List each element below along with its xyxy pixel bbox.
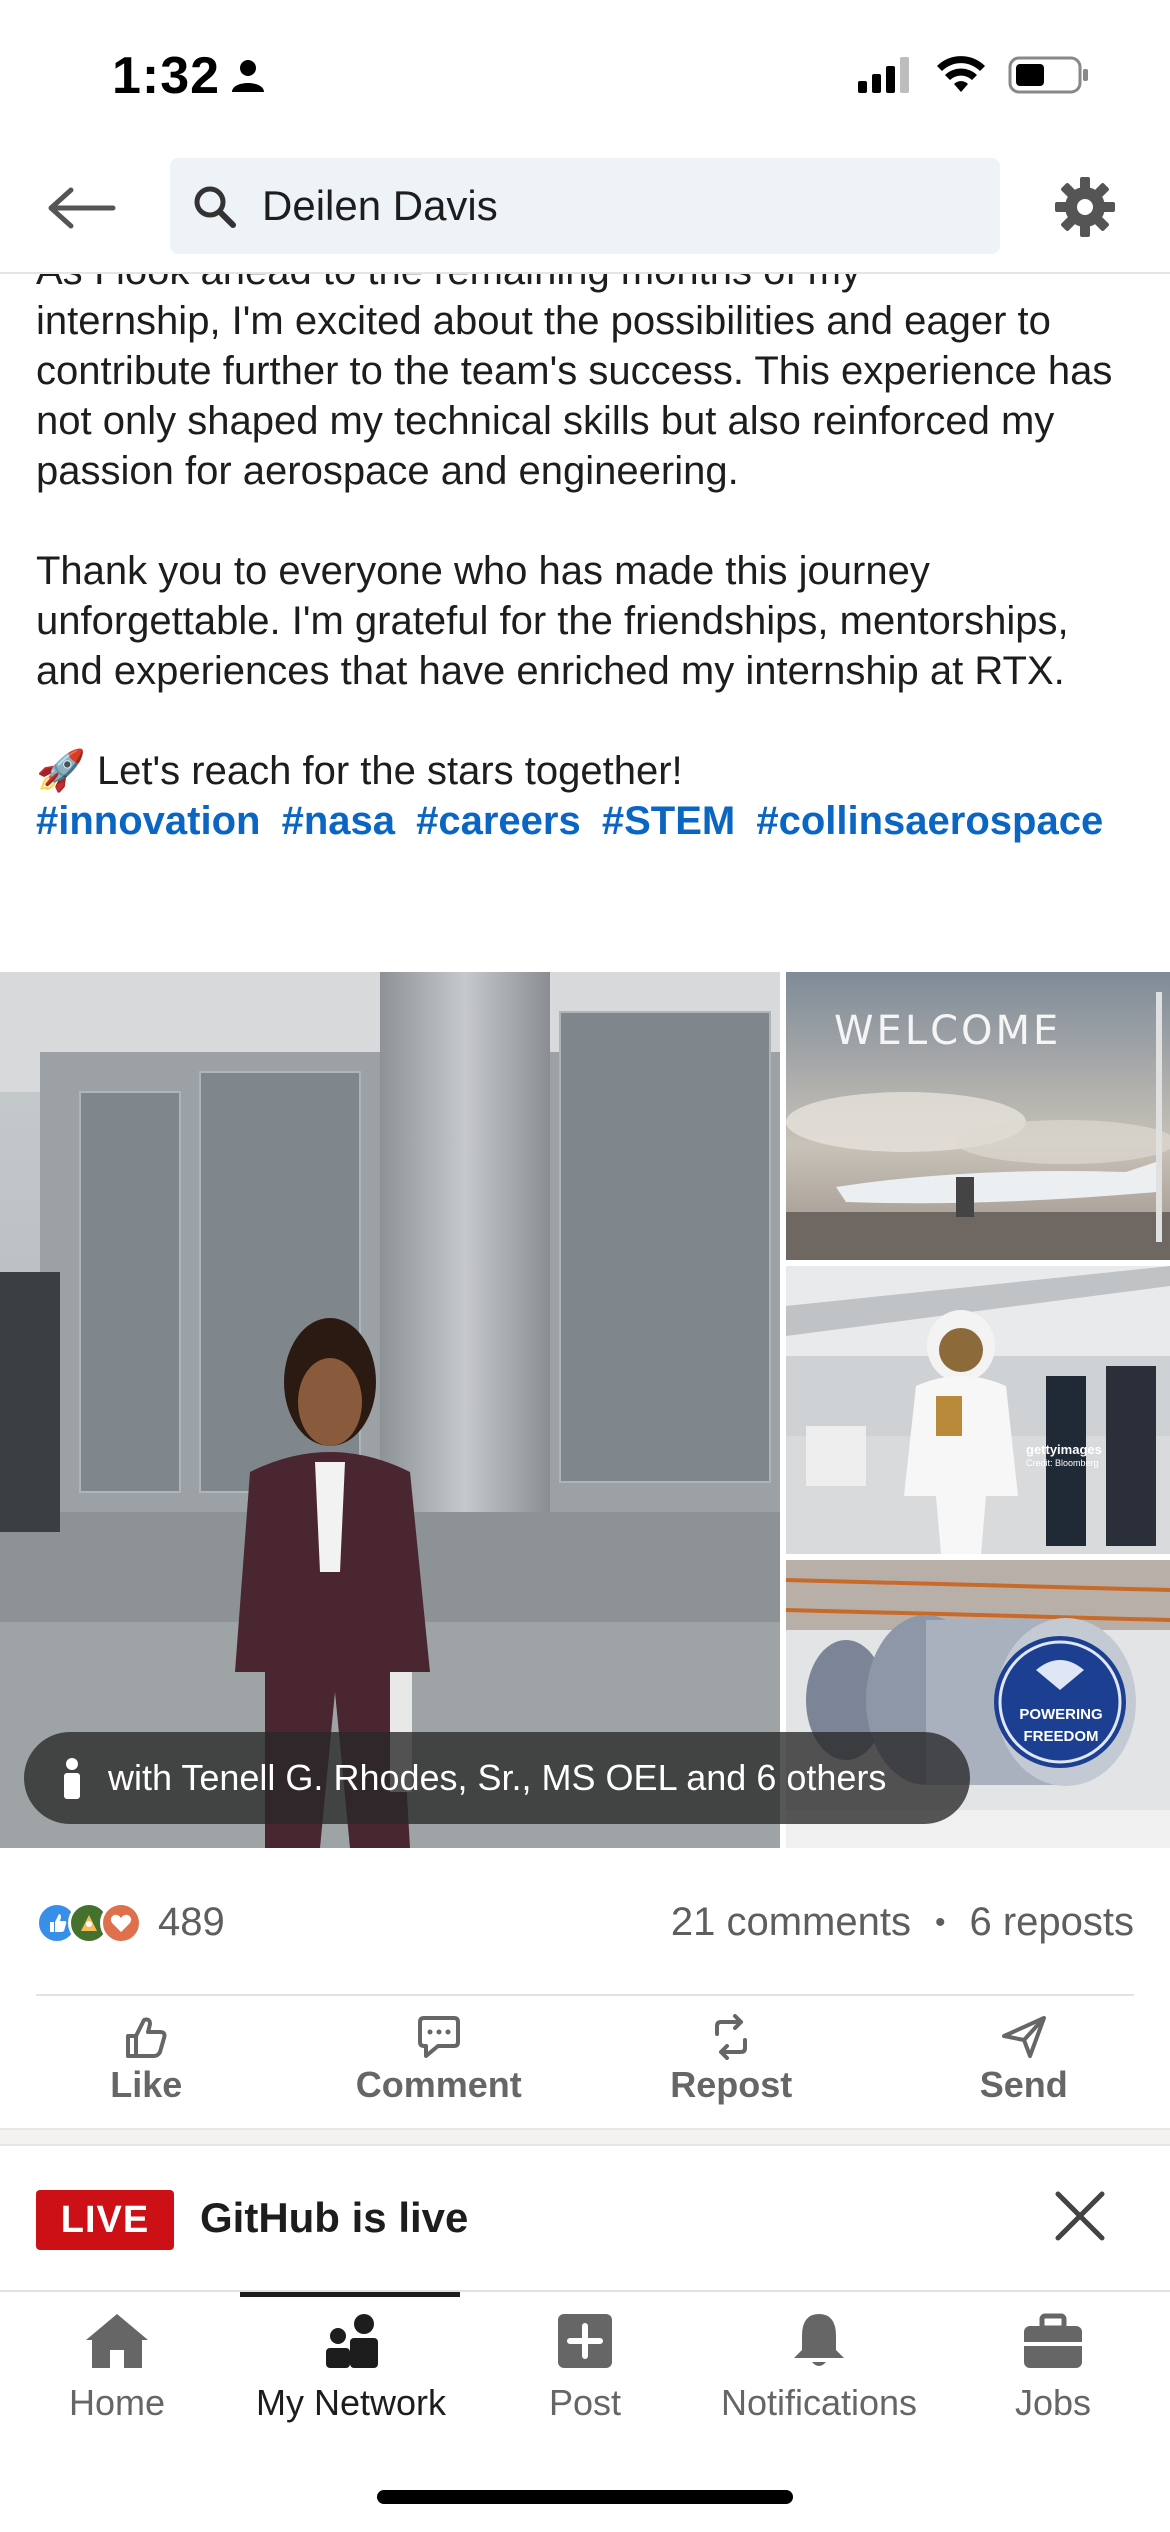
nav-home-label: Home [68, 2382, 166, 2423]
gear-icon [1055, 177, 1115, 237]
nav-home[interactable]: Home [0, 2310, 234, 2424]
reactions-summary[interactable]: 489 [36, 1900, 225, 1945]
close-button[interactable] [1050, 2186, 1110, 2246]
send-button[interactable]: Send [878, 1996, 1170, 2124]
man-in-suit-photo [0, 972, 780, 1848]
social-counts: 489 21 comments • 6 reposts [0, 1848, 1170, 1994]
like-button[interactable]: Like [0, 1996, 293, 2124]
settings-button[interactable] [1050, 172, 1120, 242]
engine-badge-line2: FREEDOM [1023, 1728, 1099, 1745]
comment-label: Comment [355, 2064, 522, 2105]
post-body: As I look ahead to the remaining months … [0, 274, 1170, 968]
nav-notifications-label: Notifications [720, 2382, 918, 2423]
cellular-signal-icon [858, 57, 914, 98]
thumbs-up-icon [126, 2017, 167, 2058]
search-input[interactable]: Deilen Davis [170, 158, 1000, 254]
separator-dot: • [934, 1905, 946, 1939]
comment-button[interactable]: Comment [293, 1996, 586, 2124]
like-label: Like [110, 2064, 183, 2105]
close-icon [1055, 2191, 1105, 2241]
nav-my-network-label: My Network [255, 2382, 447, 2423]
post-paragraph-2: Thank you to everyone who has made this … [36, 549, 1069, 693]
reposts-count[interactable]: 6 reposts [969, 1900, 1134, 1945]
plus-square-icon [558, 2314, 612, 2368]
photo-astronaut[interactable]: gettyimages Credit: Bloomberg [786, 1266, 1170, 1554]
briefcase-icon [1024, 2313, 1082, 2368]
battery-icon [1008, 56, 1090, 99]
live-banner[interactable]: LIVE GitHub is live [0, 2146, 1170, 2290]
nav-post-label: Post [548, 2382, 622, 2423]
hashtag-list: #innovation #nasa #careers #STEM #collin… [36, 796, 1146, 846]
photo-welcome-jet[interactable]: WELCOME [786, 972, 1170, 1260]
section-separator [0, 2128, 1170, 2146]
status-indicators [858, 56, 1090, 99]
live-badge: LIVE [36, 2190, 174, 2250]
post-photo-grid: WELCOME gettyimages Credit: Bloomberg PO… [0, 972, 1170, 1848]
rocket-icon: 🚀 [36, 749, 86, 793]
wifi-icon [936, 56, 986, 99]
photo-tag-text: with Tenell G. Rhodes, Sr., MS OEL and 6… [108, 1757, 887, 1798]
active-tab-indicator [240, 2292, 460, 2297]
send-icon [1001, 2016, 1046, 2058]
hashtag-link[interactable]: #innovation [36, 799, 260, 843]
repost-icon [715, 2014, 748, 2060]
engagement-counts: 21 comments • 6 reposts [671, 1900, 1134, 1945]
getty-watermark: gettyimages [1026, 1442, 1102, 1457]
person-tag-icon [64, 1758, 80, 1799]
back-arrow-icon [48, 187, 116, 229]
photo-main[interactable] [0, 972, 780, 1848]
status-bar: 1:32 [0, 0, 1170, 150]
nav-jobs[interactable]: Jobs [936, 2310, 1170, 2424]
post-paragraph-1: internship, I'm excited about the possib… [36, 299, 1113, 493]
live-title: GitHub is live [200, 2194, 469, 2241]
home-indicator [377, 2490, 793, 2504]
status-time: 1:32 [112, 47, 221, 105]
repost-label: Repost [670, 2064, 793, 2105]
hashtag-link[interactable]: #collinsaerospace [756, 799, 1103, 843]
welcome-text: WELCOME [834, 1008, 1062, 1054]
comments-count[interactable]: 21 comments [671, 1900, 911, 1945]
people-icon [326, 2314, 378, 2368]
post-partial-line: As I look ahead to the remaining months … [36, 274, 1146, 296]
nav-my-network[interactable]: My Network [234, 2310, 468, 2424]
repost-button[interactable]: Repost [585, 1996, 878, 2124]
hashtag-link[interactable]: #nasa [282, 799, 395, 843]
back-button[interactable] [44, 178, 120, 238]
post-closing-text: Let's reach for the stars together! [96, 749, 683, 793]
hashtag-link[interactable]: #careers [416, 799, 581, 843]
love-reaction-icon [100, 1901, 142, 1944]
home-icon [86, 2314, 148, 2368]
hashtag-link[interactable]: #STEM [602, 799, 735, 843]
person-icon [230, 58, 266, 99]
send-label: Send [979, 2064, 1068, 2105]
getty-credit: Credit: Bloomberg [1026, 1458, 1099, 1468]
top-bar: Deilen Davis [0, 150, 1170, 274]
photo-tag-pill[interactable]: with Tenell G. Rhodes, Sr., MS OEL and 6… [24, 1732, 970, 1824]
engine-badge-line1: POWERING [1019, 1706, 1103, 1723]
reaction-count: 489 [158, 1900, 225, 1944]
nav-post[interactable]: Post [468, 2310, 702, 2424]
search-icon [194, 186, 236, 228]
comment-icon [417, 2016, 460, 2058]
search-query: Deilen Davis [262, 182, 498, 229]
bell-icon [794, 2314, 844, 2366]
nav-notifications[interactable]: Notifications [702, 2310, 936, 2424]
nav-jobs-label: Jobs [1014, 2382, 1092, 2423]
post-action-bar: Like Comment Repost Send [0, 1996, 1170, 2124]
post-closing: 🚀 Let's reach for the stars together! [36, 746, 1146, 796]
